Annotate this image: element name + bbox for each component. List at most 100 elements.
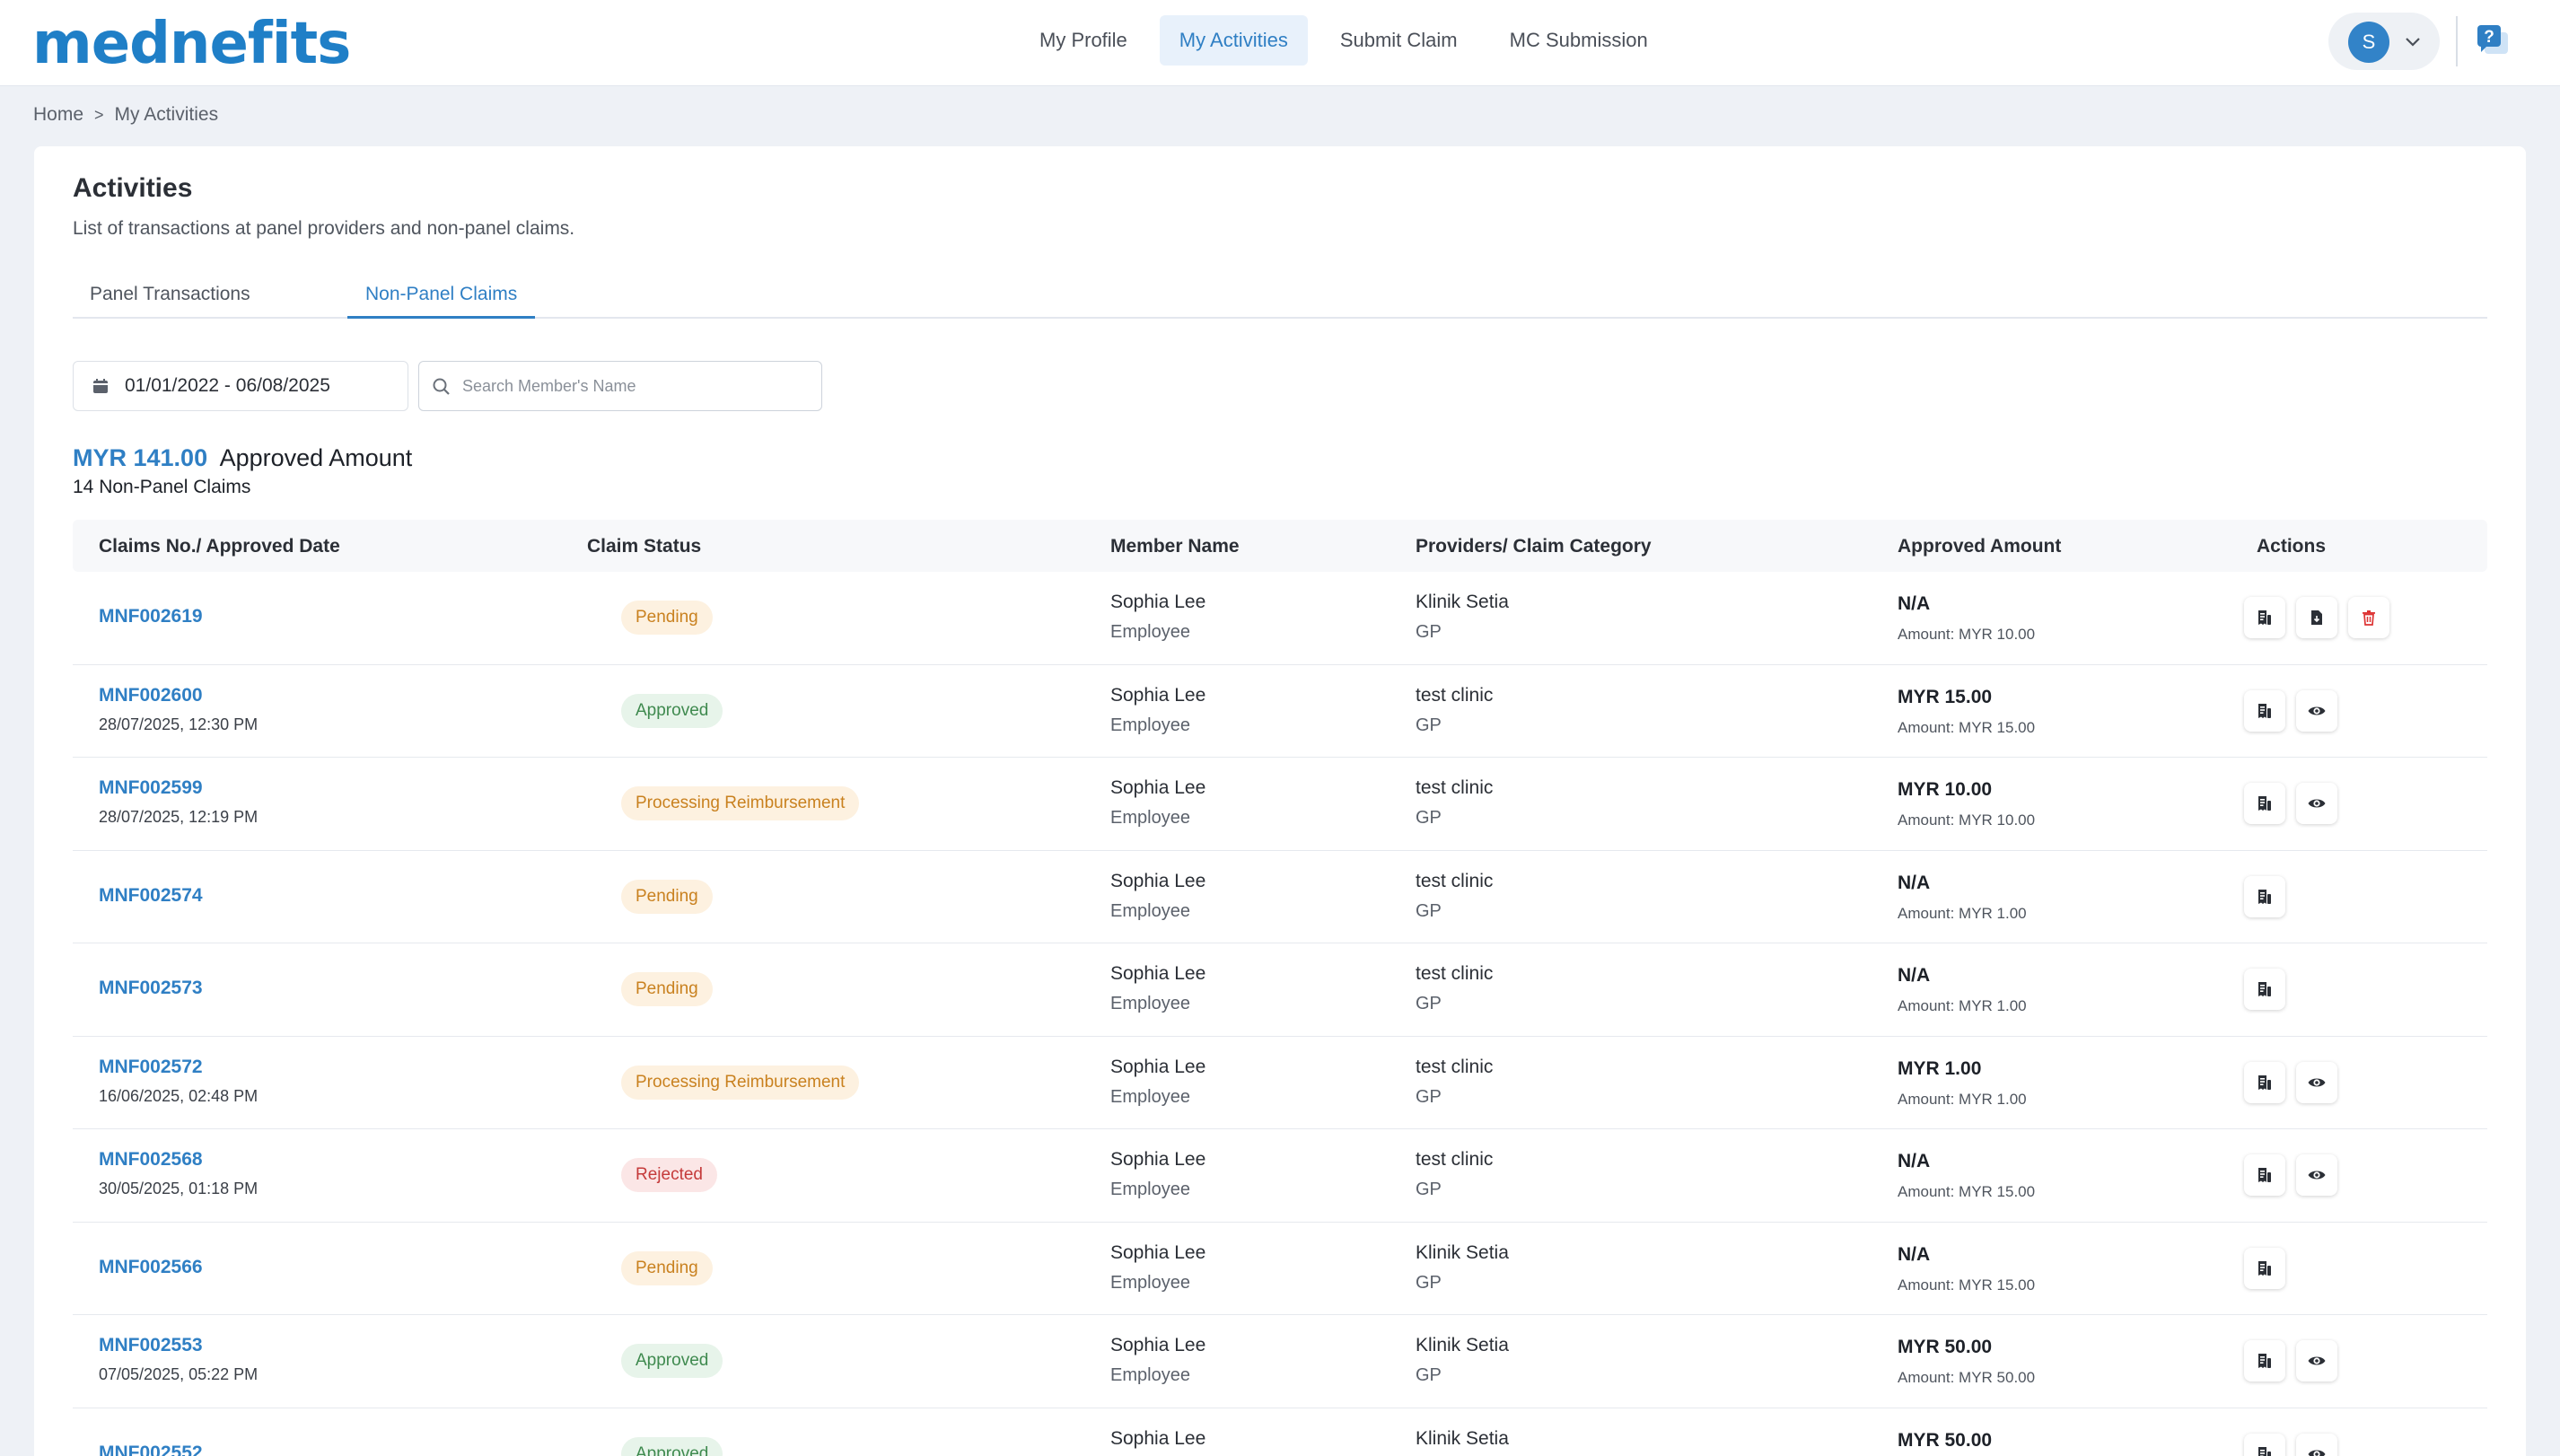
claim-number-link[interactable]: MNF002573 [99,978,203,999]
mednefits-logo[interactable]: mednefits [32,13,351,75]
claim-amount: Amount: MYR 10.00 [1898,811,2036,829]
chevron-down-icon [2406,38,2420,47]
approved-amount: MYR 10.00 [1898,779,1993,800]
approved-amount: MYR 50.00 [1898,1337,1993,1357]
eye-icon [2307,1351,2327,1371]
claim-cell: MNF002574 [99,885,203,907]
receipt-action-button[interactable] [2244,875,2285,917]
calendar-icon [93,379,108,393]
activities-card: Activities List of transactions at panel… [34,146,2526,1456]
claim-number-link[interactable]: MNF002600 [99,685,258,706]
claim-number-link[interactable]: MNF002552 [99,1443,203,1456]
date-range-picker[interactable]: 01/01/2022 - 06/08/2025 [73,361,408,411]
row-actions [2244,783,2337,824]
breadcrumb-home[interactable]: Home [33,104,83,126]
claim-amount: Amount: MYR 1.00 [1898,1090,2027,1108]
top-navbar: mednefits My Profile My Activities Submi… [0,0,2560,86]
receipt-action-button[interactable] [2244,597,2285,638]
receipt-action-button[interactable] [2244,783,2285,824]
claim-cell: MNF002599 28/07/2025, 12:19 PM [99,777,258,827]
claim-number-link[interactable]: MNF002572 [99,1057,258,1078]
nav-my-activities[interactable]: My Activities [1159,15,1308,66]
claim-cell: MNF002568 30/05/2025, 01:18 PM [99,1149,258,1198]
receipt-action-button[interactable] [2244,1154,2285,1196]
row-actions [2244,1154,2337,1196]
claim-cell: MNF002600 28/07/2025, 12:30 PM [99,685,258,734]
member-cell: Sophia LeeEmployee [1110,1428,1205,1456]
delete-action-button[interactable] [2348,597,2389,638]
receipt-action-button[interactable] [2244,1340,2285,1381]
receipt-action-button[interactable] [2244,1247,2285,1289]
receipt-action-button[interactable] [2244,1433,2285,1456]
member-type: Employee [1110,808,1190,828]
profile-menu-button[interactable]: S [2328,13,2440,70]
download-action-button[interactable] [2296,597,2337,638]
claim-cell: MNF002553 07/05/2025, 05:22 PM [99,1335,258,1384]
search-input[interactable] [462,371,803,401]
approved-total: MYR 141.00 [73,444,208,471]
claim-number-link[interactable]: MNF002599 [99,777,258,799]
tab-panel-transactions[interactable]: Panel Transactions [90,263,250,319]
approved-amount: MYR 1.00 [1898,1057,1982,1079]
receipt-icon [2256,1259,2274,1277]
amount-cell: N/A Amount: MYR 15.00 [1898,1151,2035,1201]
claim-number-link[interactable]: MNF002566 [99,1257,203,1278]
member-name: Sophia Lee [1110,963,1206,984]
claim-number-link[interactable]: MNF002553 [99,1335,258,1356]
claim-number-link[interactable]: MNF002619 [99,606,203,627]
col-actions: Actions [2257,536,2327,557]
table-row: MNF002573 Pending Sophia Lee Employee test c… [73,943,2487,1037]
table-row: MNF002568 30/05/2025, 01:18 PM Rejected Sop… [73,1129,2487,1223]
avatar: S [2348,22,2389,63]
receipt-action-button[interactable] [2244,689,2285,732]
eye-icon [2307,1444,2327,1456]
member-name: Sophia Lee [1110,1149,1206,1170]
header-divider [2456,16,2458,66]
provider-name: Klinik Setia [1416,592,1509,612]
view-action-button[interactable] [2296,1433,2337,1456]
view-action-button[interactable] [2296,1340,2337,1381]
member-type: Employee [1110,900,1190,921]
view-action-button[interactable] [2296,1061,2337,1103]
claim-number-link[interactable]: MNF002574 [99,885,203,907]
claim-amount: Amount: MYR 15.00 [1898,1276,2036,1294]
view-action-button[interactable] [2296,689,2337,732]
approved-amount: N/A [1898,1243,1931,1265]
nav-submit-claim[interactable]: Submit Claim [1320,15,1477,66]
provider-cell: test clinic GP [1416,1057,1493,1108]
nav-mc-submission[interactable]: MC Submission [1490,15,1668,66]
provider-name: test clinic [1416,870,1494,891]
member-name: Sophia Lee [1110,1056,1206,1077]
table-row: MNF002619 Pending Sophia Lee Employee Klinik… [73,572,2487,665]
receipt-icon [2256,1074,2274,1092]
member-name: Sophia Lee [1110,777,1206,798]
provider-name: test clinic [1416,963,1494,984]
nav-my-profile[interactable]: My Profile [1020,15,1147,66]
claim-category: GP [1416,1180,1442,1199]
receipt-action-button[interactable] [2244,969,2285,1010]
help-chat-icon[interactable]: ? [2474,22,2513,61]
approved-date: 30/05/2025, 01:18 PM [99,1180,259,1197]
amount-cell: MYR 10.00 Amount: MYR 10.00 [1898,779,2035,829]
eye-icon [2307,794,2327,813]
claims-count: 14 Non-Panel Claims [73,477,251,497]
amount-cell: N/A Amount: MYR 1.00 [1898,873,2027,923]
receipt-icon [2256,980,2274,998]
view-action-button[interactable] [2296,1154,2337,1196]
claim-amount: Amount: MYR 10.00 [1898,626,2036,643]
claim-cell: MNF002566 [99,1257,203,1278]
member-type: Employee [1110,1180,1190,1199]
trash-icon [2360,609,2378,627]
approved-date: 28/07/2025, 12:19 PM [99,808,259,826]
member-type: Employee [1110,1272,1190,1293]
receipt-action-button[interactable] [2244,1061,2285,1103]
row-actions [2244,1247,2285,1289]
approved-date: 07/05/2025, 05:22 PM [99,1365,259,1383]
approved-amount: N/A [1898,872,1931,893]
tab-non-panel-claims[interactable]: Non-Panel Claims [347,263,536,319]
file-download-icon [2308,609,2326,627]
claim-category: GP [1416,715,1442,735]
view-action-button[interactable] [2296,783,2337,824]
claim-number-link[interactable]: MNF002568 [99,1149,258,1171]
claim-amount: Amount: MYR 50.00 [1898,1369,2036,1386]
